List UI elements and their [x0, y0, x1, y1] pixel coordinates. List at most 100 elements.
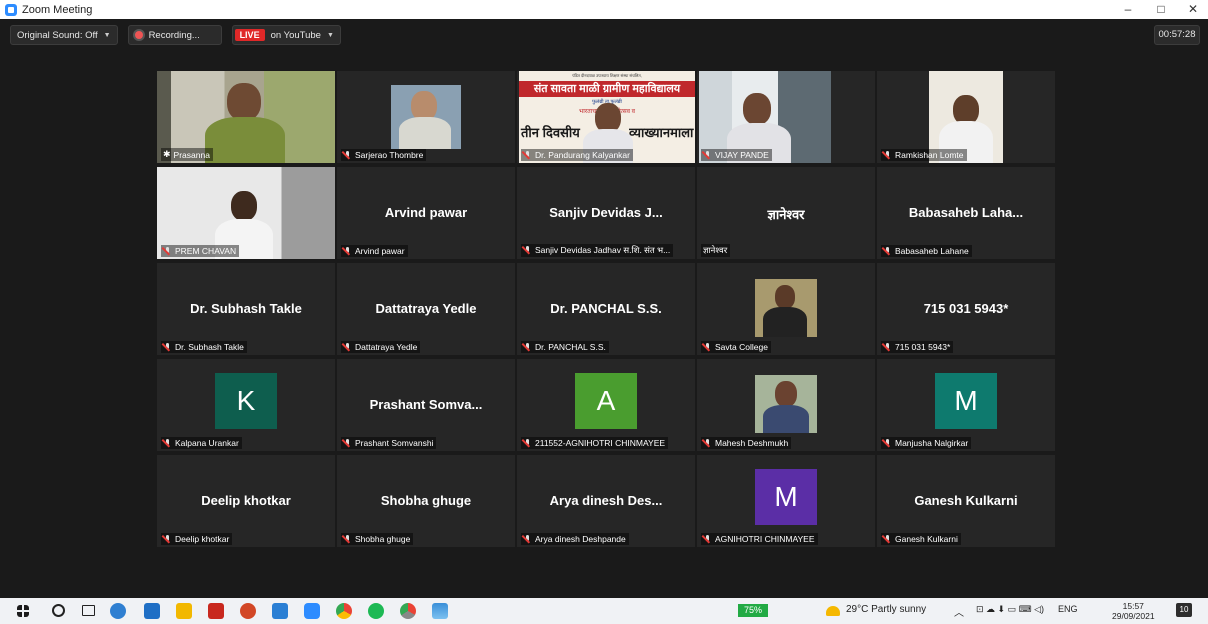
- participant-tile[interactable]: 715 031 5943* 715 031 5943*: [877, 263, 1055, 355]
- task-view-icon[interactable]: [82, 605, 95, 616]
- live-stream-button[interactable]: LIVE on YouTube ▼: [231, 25, 341, 45]
- clock-date: 29/09/2021: [1112, 611, 1155, 621]
- participant-tile[interactable]: M AGNIHOTRI CHINMAYEE: [697, 455, 875, 547]
- participant-tile[interactable]: Arya dinesh Des... Arya dinesh Deshpande: [517, 455, 695, 547]
- muted-mic-icon: [163, 438, 172, 448]
- participant-name: VIJAY PANDE: [715, 150, 769, 160]
- participant-display-name: Prashant Somva...: [369, 397, 483, 412]
- participant-tile[interactable]: Ganesh Kulkarni Ganesh Kulkarni: [877, 455, 1055, 547]
- participant-tile[interactable]: M Manjusha Nalgirkar: [877, 359, 1055, 451]
- participant-display-name: Babasaheb Laha...: [908, 205, 1024, 220]
- participant-name-label: VIJAY PANDE: [701, 149, 772, 161]
- participant-tile[interactable]: Shobha ghuge Shobha ghuge: [337, 455, 515, 547]
- participant-tile[interactable]: Mahesh Deshmukh: [697, 359, 875, 451]
- notification-button[interactable]: 10: [1176, 603, 1192, 617]
- participant-name-label: Manjusha Nalgirkar: [881, 437, 972, 449]
- pin-icon: ✱: [163, 149, 171, 159]
- participant-display-name: Deelip khotkar: [201, 493, 291, 508]
- participant-tile[interactable]: Deelip khotkar Deelip khotkar: [157, 455, 335, 547]
- participant-tile[interactable]: A 211552-AGNIHOTRI CHINMAYEE: [517, 359, 695, 451]
- battery-indicator[interactable]: 75%: [738, 604, 768, 617]
- clock-time: 15:57: [1122, 601, 1144, 611]
- participant-name-label: ✱ Prasanna: [161, 148, 213, 161]
- participant-tile[interactable]: Dr. PANCHAL S.S. Dr. PANCHAL S.S.: [517, 263, 695, 355]
- muted-mic-icon: [523, 438, 532, 448]
- participant-tile[interactable]: Savta College: [697, 263, 875, 355]
- participant-name: Manjusha Nalgirkar: [895, 438, 969, 448]
- image-viewer-icon[interactable]: [432, 603, 448, 619]
- participant-tile[interactable]: Sarjerao Thombre: [337, 71, 515, 163]
- chevron-up-icon[interactable]: ︿: [954, 604, 964, 619]
- participant-tile[interactable]: ✱ Prasanna: [157, 71, 335, 163]
- participant-tile[interactable]: Sanjiv Devidas J... Sanjiv Devidas Jadhav…: [517, 167, 695, 259]
- close-button[interactable]: ✕: [1178, 0, 1208, 19]
- browser-edge-icon[interactable]: [110, 603, 126, 619]
- participant-name: Sanjiv Devidas Jadhav स.शि. संत भ...: [535, 245, 671, 255]
- system-tray-icons[interactable]: ⊡ ☁ ⬇ ▭ ⌨ ◁): [976, 604, 1044, 615]
- participant-name-label: AGNIHOTRI CHINMAYEE: [701, 533, 818, 545]
- muted-mic-icon: [343, 342, 352, 352]
- mail-icon[interactable]: [144, 603, 160, 619]
- participant-tile[interactable]: Ramkishan Lomte: [877, 71, 1055, 163]
- participant-tile[interactable]: K Kalpana Urankar: [157, 359, 335, 451]
- participant-tile[interactable]: ज्ञानेश्वर ज्ञानेश्वर: [697, 167, 875, 259]
- participant-display-name: Arvind pawar: [384, 205, 468, 220]
- participant-name: Dr. Pandurang Kalyankar: [535, 150, 630, 160]
- original-sound-button[interactable]: Original Sound: Off ▼: [10, 25, 118, 45]
- minimize-button[interactable]: –: [1113, 0, 1143, 19]
- participant-display-name: ज्ञानेश्वर: [767, 207, 805, 222]
- participant-tile[interactable]: Dattatraya Yedle Dattatraya Yedle: [337, 263, 515, 355]
- gallery-grid: ✱ Prasanna Sarjerao Thombre पंडित दीनदयाळ…: [157, 71, 1057, 547]
- participant-name: Ramkishan Lomte: [895, 150, 964, 160]
- participant-avatar: K: [215, 373, 277, 429]
- windows-taskbar: 75% 29°C Partly sunny ︿ ⊡ ☁ ⬇ ▭ ⌨ ◁) ENG…: [0, 598, 1208, 624]
- live-target-label: on YouTube: [270, 29, 321, 41]
- file-explorer-icon[interactable]: [176, 603, 192, 619]
- participant-tile[interactable]: Babasaheb Laha... Babasaheb Lahane: [877, 167, 1055, 259]
- participant-name: Babasaheb Lahane: [895, 246, 969, 256]
- window-title: Zoom Meeting: [22, 3, 93, 16]
- participant-display-name: Dattatraya Yedle: [375, 301, 477, 316]
- maximize-button[interactable]: □: [1146, 0, 1176, 19]
- participant-name: Mahesh Deshmukh: [715, 438, 789, 448]
- participant-tile[interactable]: Arvind pawar Arvind pawar: [337, 167, 515, 259]
- participant-name: Kalpana Urankar: [175, 438, 239, 448]
- participant-display-name: Ganesh Kulkarni: [914, 493, 1018, 508]
- muted-mic-icon: [163, 342, 172, 352]
- participant-name-label: Ganesh Kulkarni: [881, 533, 961, 545]
- participant-display-name: Dr. Subhash Takle: [190, 301, 302, 316]
- weather-text[interactable]: 29°C Partly sunny: [846, 604, 926, 615]
- participant-tile[interactable]: VIJAY PANDE: [697, 71, 875, 163]
- system-clock[interactable]: 15:57 29/09/2021: [1112, 601, 1155, 621]
- muted-mic-icon: [703, 150, 712, 160]
- muted-mic-icon: [703, 438, 712, 448]
- participant-display-name: Dr. PANCHAL S.S.: [550, 301, 662, 316]
- participant-tile[interactable]: Prashant Somva... Prashant Somvanshi: [337, 359, 515, 451]
- muted-mic-icon: [883, 342, 892, 352]
- participant-name: Ganesh Kulkarni: [895, 534, 958, 544]
- participant-avatar: A: [575, 373, 637, 429]
- participant-tile[interactable]: पंडित दीनदयाळ उपाध्याय शिक्षण संस्था संच…: [517, 71, 695, 163]
- search-icon[interactable]: [52, 604, 65, 617]
- windows-start-icon[interactable]: [17, 605, 29, 617]
- participant-name: 211552-AGNIHOTRI CHINMAYEE: [535, 438, 666, 448]
- muted-mic-icon: [523, 246, 532, 255]
- live-badge: LIVE: [234, 29, 265, 41]
- muted-mic-icon: [883, 246, 892, 256]
- participant-name-label: Sarjerao Thombre: [341, 149, 427, 161]
- recording-indicator[interactable]: Recording...: [127, 25, 222, 45]
- weather-icon: [826, 606, 840, 616]
- mcafee-icon[interactable]: [208, 603, 224, 619]
- language-indicator[interactable]: ENG: [1058, 604, 1078, 614]
- zoom-app-icon[interactable]: [304, 603, 320, 619]
- participant-tile[interactable]: PREM CHAVAN: [157, 167, 335, 259]
- photos-icon[interactable]: [272, 603, 288, 619]
- chrome-profile-icon[interactable]: [400, 603, 416, 619]
- participant-name: Dr. Subhash Takle: [175, 342, 244, 352]
- powerpoint-icon[interactable]: [240, 603, 256, 619]
- participant-tile[interactable]: Dr. Subhash Takle Dr. Subhash Takle: [157, 263, 335, 355]
- avatar-letter: K: [236, 385, 256, 416]
- chrome-icon[interactable]: [336, 603, 352, 619]
- muted-mic-icon: [343, 534, 352, 544]
- spotify-icon[interactable]: [368, 603, 384, 619]
